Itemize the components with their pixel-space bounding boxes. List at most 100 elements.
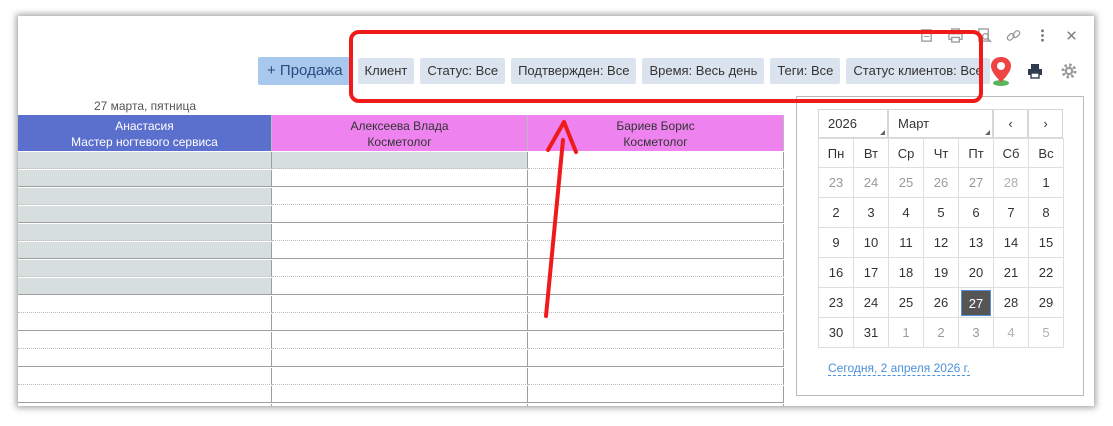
time-slot-cell[interactable] <box>272 152 528 169</box>
time-slot-cell[interactable] <box>528 386 784 403</box>
filter-tags[interactable]: Теги: Все <box>770 58 841 84</box>
calendar-day[interactable]: 5 <box>923 197 959 228</box>
time-slot-cell[interactable] <box>528 152 784 169</box>
calendar-day[interactable]: 3 <box>958 317 994 348</box>
time-slot-cell[interactable] <box>18 368 272 385</box>
calendar-day[interactable]: 5 <box>1028 317 1064 348</box>
calendar-day[interactable]: 24 <box>853 287 889 318</box>
calendar-day[interactable]: 23 <box>818 287 854 318</box>
time-slot-cell[interactable] <box>272 170 528 187</box>
time-slot-cell[interactable] <box>272 404 528 406</box>
time-slot-cell[interactable] <box>528 368 784 385</box>
calendar-day[interactable]: 25 <box>888 287 924 318</box>
filter-status[interactable]: Статус: Все <box>420 58 506 84</box>
calendar-day[interactable]: 11 <box>888 227 924 258</box>
time-slot-cell[interactable] <box>272 206 528 223</box>
calendar-day[interactable]: 1 <box>888 317 924 348</box>
time-slot-cell[interactable] <box>18 206 272 223</box>
time-slot-cell[interactable] <box>18 296 272 313</box>
time-slot-cell[interactable] <box>272 350 528 367</box>
time-slot-cell[interactable] <box>272 386 528 403</box>
calendar-day[interactable]: 26 <box>923 287 959 318</box>
time-slot-cell[interactable] <box>272 314 528 331</box>
staff-column-header[interactable]: Анастасия Мастер ногтевого сервиса <box>18 115 272 151</box>
calendar-day[interactable]: 24 <box>853 167 889 198</box>
time-slot-cell[interactable] <box>528 404 784 406</box>
calendar-day[interactable]: 30 <box>818 317 854 348</box>
settings-gear-icon[interactable] <box>1052 56 1086 86</box>
calendar-day[interactable]: 4 <box>993 317 1029 348</box>
time-slot-cell[interactable] <box>272 296 528 313</box>
document-icon[interactable] <box>912 26 941 44</box>
calendar-day[interactable]: 15 <box>1028 227 1064 258</box>
calendar-day[interactable]: 23 <box>818 167 854 198</box>
calendar-day[interactable]: 10 <box>853 227 889 258</box>
time-slot-cell[interactable] <box>18 188 272 205</box>
filter-client-status[interactable]: Статус клиентов: Все <box>846 58 990 84</box>
calendar-day[interactable]: 20 <box>958 257 994 288</box>
more-vertical-icon[interactable] <box>1028 26 1057 44</box>
calendar-day[interactable]: 28 <box>993 287 1029 318</box>
today-link[interactable]: Сегодня, 2 апреля 2026 г. <box>828 361 970 376</box>
calendar-day[interactable]: 29 <box>1028 287 1064 318</box>
filter-time[interactable]: Время: Весь день <box>642 58 765 84</box>
print-icon[interactable] <box>1018 56 1052 86</box>
calendar-day[interactable]: 3 <box>853 197 889 228</box>
calendar-day[interactable]: 8 <box>1028 197 1064 228</box>
time-slot-cell[interactable] <box>18 278 272 295</box>
time-slot-cell[interactable] <box>18 152 272 169</box>
time-slot-cell[interactable] <box>18 260 272 277</box>
next-month-button[interactable]: › <box>1028 109 1063 138</box>
calendar-day-selected[interactable]: 27 <box>958 287 994 318</box>
time-slot-cell[interactable] <box>528 188 784 205</box>
calendar-day[interactable]: 18 <box>888 257 924 288</box>
staff-column-header[interactable]: Алексеева Влада Косметолог <box>272 115 528 151</box>
time-slot-cell[interactable] <box>272 332 528 349</box>
add-sale-button[interactable]: + Продажа <box>258 57 352 85</box>
time-slot-cell[interactable] <box>18 404 272 406</box>
calendar-day[interactable]: 13 <box>958 227 994 258</box>
time-slot-cell[interactable] <box>272 368 528 385</box>
time-slot-cell[interactable] <box>272 188 528 205</box>
calendar-day[interactable]: 2 <box>818 197 854 228</box>
filter-client[interactable]: Клиент <box>357 58 415 84</box>
calendar-day[interactable]: 4 <box>888 197 924 228</box>
time-slot-cell[interactable] <box>18 332 272 349</box>
calendar-day[interactable]: 19 <box>923 257 959 288</box>
time-slot-cell[interactable] <box>528 224 784 241</box>
calendar-day[interactable]: 12 <box>923 227 959 258</box>
prev-month-button[interactable]: ‹ <box>993 109 1028 138</box>
calendar-day[interactable]: 27 <box>958 167 994 198</box>
calendar-day[interactable]: 21 <box>993 257 1029 288</box>
time-slot-cell[interactable] <box>18 170 272 187</box>
time-slot-cell[interactable] <box>528 206 784 223</box>
print-icon[interactable] <box>941 26 970 44</box>
staff-column-header[interactable]: Бариев Борис Косметолог <box>528 115 784 151</box>
time-slot-cell[interactable] <box>528 170 784 187</box>
calendar-day[interactable]: 28 <box>993 167 1029 198</box>
time-slot-cell[interactable] <box>272 242 528 259</box>
time-slot-cell[interactable] <box>272 278 528 295</box>
calendar-day[interactable]: 31 <box>853 317 889 348</box>
time-slot-cell[interactable] <box>18 224 272 241</box>
time-slot-cell[interactable] <box>18 314 272 331</box>
time-slot-cell[interactable] <box>528 314 784 331</box>
month-select[interactable]: Март <box>888 109 993 138</box>
time-slot-cell[interactable] <box>18 350 272 367</box>
time-slot-cell[interactable] <box>528 350 784 367</box>
calendar-day[interactable]: 1 <box>1028 167 1064 198</box>
filter-confirmed[interactable]: Подтвержден: Все <box>511 58 637 84</box>
close-icon[interactable] <box>1057 26 1086 44</box>
calendar-day[interactable]: 14 <box>993 227 1029 258</box>
search-doc-icon[interactable] <box>970 26 999 44</box>
calendar-day[interactable]: 26 <box>923 167 959 198</box>
time-slot-cell[interactable] <box>528 260 784 277</box>
calendar-day[interactable]: 17 <box>853 257 889 288</box>
time-slot-cell[interactable] <box>528 296 784 313</box>
time-slot-cell[interactable] <box>272 260 528 277</box>
time-slot-cell[interactable] <box>528 332 784 349</box>
calendar-day[interactable]: 7 <box>993 197 1029 228</box>
link-icon[interactable] <box>999 26 1028 44</box>
calendar-day[interactable]: 25 <box>888 167 924 198</box>
map-pin-icon[interactable] <box>984 56 1018 86</box>
